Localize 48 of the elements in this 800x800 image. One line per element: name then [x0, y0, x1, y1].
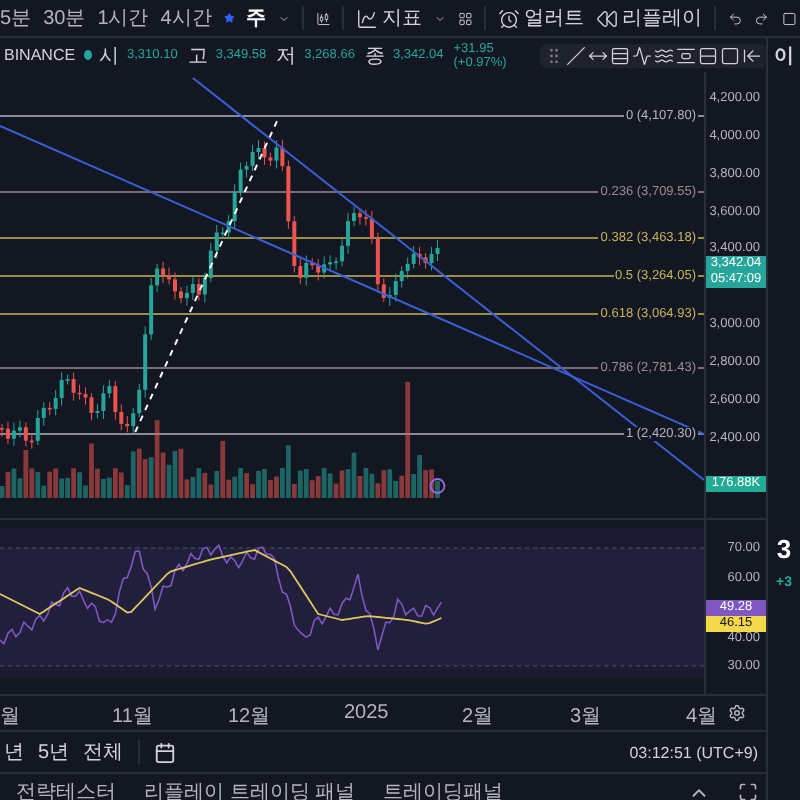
alert-button[interactable]: 얼러트	[498, 4, 585, 32]
clock-text: 03:12:51 (UTC+9)	[629, 743, 758, 761]
range-button[interactable]: 전체	[83, 738, 124, 766]
interval-tab[interactable]: 5분	[0, 4, 32, 32]
ohlc-label: 고	[187, 43, 208, 69]
time-tick: 12월	[228, 704, 271, 730]
undo-icon[interactable]	[727, 7, 743, 29]
grid-icon[interactable]	[458, 7, 473, 29]
indicators-button[interactable]: 지표	[356, 4, 422, 32]
grip-icon[interactable]	[544, 45, 564, 65]
interval-tab[interactable]: 30분	[43, 4, 86, 32]
maximize-icon[interactable]	[738, 782, 758, 800]
sidebar-price: 3	[776, 534, 792, 564]
parallel-lines-icon[interactable]	[610, 45, 630, 65]
ohlc-label: 종	[364, 43, 385, 69]
ohlc-label: 저	[276, 43, 297, 69]
rows-icon[interactable]	[698, 45, 718, 65]
interval-tab[interactable]: 1시간	[97, 4, 149, 32]
status-dot	[83, 50, 92, 60]
line-tool-icon[interactable]	[566, 45, 586, 65]
time-tick: 3월	[570, 704, 602, 730]
alarm-clock-icon	[498, 7, 521, 29]
time-tick: 2월	[462, 704, 494, 730]
time-tick: 11월	[112, 704, 153, 730]
range-button[interactable]: 5년	[38, 738, 70, 766]
pattern-icon[interactable]	[632, 45, 652, 65]
wave-icon[interactable]	[654, 45, 674, 65]
calendar-icon[interactable]	[153, 741, 176, 763]
time-tick: 2025	[344, 702, 389, 724]
range-icon[interactable]	[676, 45, 696, 65]
rectangle-icon[interactable]	[720, 45, 740, 65]
settings-icon[interactable]	[727, 704, 745, 722]
interval-tab[interactable]: 4시간	[160, 4, 212, 32]
star-icon	[223, 10, 235, 26]
interval-tab[interactable]: 주	[246, 4, 267, 32]
line-chart-icon	[356, 7, 378, 29]
arrow-icon[interactable]	[742, 45, 762, 65]
ohlc-label: 시	[99, 43, 120, 69]
time-tick: 4월	[686, 704, 718, 730]
square-icon[interactable]	[781, 7, 797, 29]
exchange-label: BINANCE	[4, 46, 76, 64]
time-tick: 월	[0, 704, 20, 730]
rewind-icon	[596, 7, 619, 29]
replay-button[interactable]: 리플레이	[596, 4, 703, 32]
redo-icon[interactable]	[754, 7, 770, 29]
range-button[interactable]: 년	[4, 738, 24, 766]
candlestick-icon[interactable]	[315, 7, 331, 29]
sidebar-title: 이	[774, 44, 794, 70]
